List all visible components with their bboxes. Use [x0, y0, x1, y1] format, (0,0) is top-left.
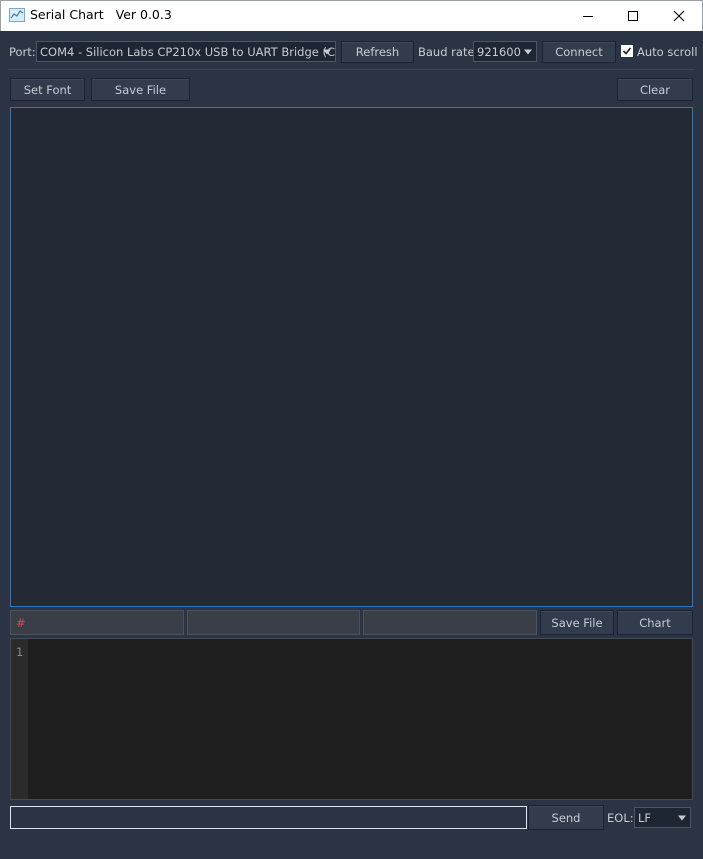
send-input[interactable] — [10, 806, 527, 829]
port-label: Port: — [9, 45, 36, 59]
refresh-button[interactable]: Refresh — [341, 41, 414, 63]
eol-value: LF — [638, 810, 652, 825]
maximize-button[interactable] — [610, 0, 656, 31]
line-number-gutter: 1 — [11, 639, 28, 799]
clear-button[interactable]: Clear — [617, 78, 693, 101]
maximize-icon — [628, 10, 638, 21]
app-version: Ver 0.0.3 — [115, 7, 172, 22]
toolbar-divider — [8, 69, 695, 70]
connect-button[interactable]: Connect — [542, 41, 616, 63]
minimize-button[interactable] — [565, 0, 611, 31]
baud-rate-select[interactable]: 921600 — [473, 41, 537, 62]
chart-field-3[interactable] — [363, 610, 537, 635]
chart-field-1[interactable]: # — [10, 610, 184, 635]
close-icon — [673, 10, 685, 21]
baud-rate-label: Baud rate: — [418, 45, 479, 59]
auto-scroll-checkbox[interactable] — [621, 45, 633, 57]
eol-select[interactable]: LF — [634, 807, 691, 828]
chart-save-file-button[interactable]: Save File — [540, 610, 614, 635]
send-button[interactable]: Send — [528, 805, 604, 830]
minimize-icon — [583, 15, 593, 17]
checkmark-icon — [622, 47, 632, 55]
auto-scroll-label: Auto scroll — [637, 45, 698, 59]
port-select[interactable]: COM4 - Silicon Labs CP210x USB to UART B… — [36, 41, 336, 62]
line-number: 1 — [16, 645, 23, 659]
save-file-button[interactable]: Save File — [91, 78, 190, 101]
port-select-value: COM4 - Silicon Labs CP210x USB to UART B… — [40, 44, 336, 59]
chevron-down-icon — [524, 49, 532, 54]
eol-label: EOL: — [607, 811, 634, 825]
app-title: Serial Chart — [30, 7, 104, 22]
close-button[interactable] — [656, 0, 702, 31]
window-title: Serial Chart Ver 0.0.3 — [30, 7, 172, 22]
chart-button[interactable]: Chart — [617, 610, 693, 635]
serial-output-area[interactable] — [10, 107, 693, 607]
chart-field-2[interactable] — [187, 610, 360, 635]
chevron-down-icon — [323, 49, 331, 54]
chevron-down-icon — [678, 815, 686, 820]
code-editor[interactable]: 1 — [10, 638, 693, 800]
chart-app-icon — [9, 8, 25, 22]
set-font-button[interactable]: Set Font — [10, 78, 85, 101]
baud-rate-value: 921600 — [477, 44, 521, 59]
